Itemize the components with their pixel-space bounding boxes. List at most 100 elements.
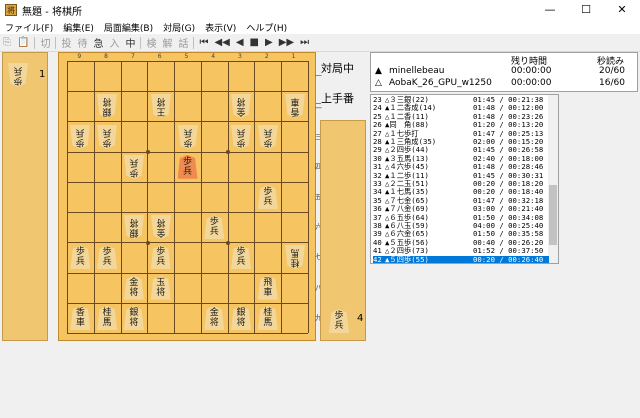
move-list[interactable]: 23 △３三銀(22) 01:45 / 00:21:38 24 ▲１二香成(14) 01:… <box>370 94 559 264</box>
piece-gote-7-6[interactable]: 銀将 <box>124 215 144 239</box>
piece-char-top: 歩 <box>75 136 85 147</box>
grid-line-vertical <box>227 61 229 333</box>
piece-char-top: 金 <box>156 227 166 238</box>
piece-char-top: 歩 <box>236 136 246 147</box>
piece-sente-6-7[interactable]: 歩兵 <box>150 245 171 270</box>
forward-ten-icon[interactable]: ▶▶ <box>276 37 297 48</box>
piece-sente-3-9[interactable]: 銀将 <box>231 305 252 330</box>
piece-sente-4-9[interactable]: 金将 <box>204 305 225 330</box>
stop-button[interactable]: 中 <box>122 35 138 50</box>
menu-file[interactable]: ファイル(F) <box>0 21 58 34</box>
resign-button[interactable]: 投 <box>58 35 74 50</box>
gote-hand-piece[interactable]: 歩 兵 <box>8 63 28 87</box>
piece-gote-3-2[interactable]: 金将 <box>231 94 251 118</box>
piece-char-top: 銀 <box>129 307 139 318</box>
piece-char-bottom: 車 <box>75 317 85 328</box>
piece-char-top: 歩 <box>263 187 273 197</box>
piece-sente-9-7[interactable]: 歩兵 <box>70 245 91 270</box>
disconnect-button[interactable]: 切 <box>37 35 53 50</box>
file-label: 7 <box>130 53 135 60</box>
piece-sente-2-9[interactable]: 桂馬 <box>257 305 278 330</box>
gote-hand-piece-char1: 歩 <box>13 75 23 85</box>
piece-gote-5-3[interactable]: 歩兵 <box>178 125 198 149</box>
piece-gote-2-3[interactable]: 歩兵 <box>258 125 278 149</box>
piece-char-top: 歩 <box>263 136 273 147</box>
menu-game[interactable]: 対局(G) <box>158 21 200 34</box>
grid-line-horizontal <box>67 91 308 93</box>
piece-gote-8-2[interactable]: 銀将 <box>97 94 117 118</box>
piece-char-top: 桂 <box>102 307 112 318</box>
piece-char-bottom: 将 <box>129 217 139 228</box>
copy-icon[interactable]: ⎘ <box>0 37 14 48</box>
piece-sente-2-8[interactable]: 飛車 <box>257 275 278 300</box>
hurry-button[interactable]: 急 <box>90 35 106 50</box>
piece-sente-8-7[interactable]: 歩兵 <box>97 245 118 270</box>
piece-char-top: 歩 <box>236 247 246 258</box>
sente-piece-stand[interactable]: 歩 兵 4 <box>320 120 366 341</box>
paste-icon[interactable]: 📋 <box>14 37 32 48</box>
sente-byoyomi: 20/60 <box>599 66 625 76</box>
sente-hand-piece[interactable]: 歩 兵 <box>329 309 349 333</box>
study-button[interactable]: 検 <box>143 35 159 50</box>
piece-sente-7-9[interactable]: 銀将 <box>123 305 144 330</box>
piece-sente-9-9[interactable]: 香車 <box>70 305 91 330</box>
gote-mark: △ <box>375 78 382 88</box>
file-label: 9 <box>77 53 82 60</box>
grid-line-horizontal <box>67 181 308 183</box>
undo-button[interactable]: 待 <box>74 35 90 50</box>
menu-edit[interactable]: 編集(E) <box>58 21 99 34</box>
piece-gote-8-3[interactable]: 歩兵 <box>97 125 117 149</box>
piece-gote-6-2[interactable]: 王将 <box>151 94 171 118</box>
menu-view[interactable]: 表示(V) <box>200 21 241 34</box>
back-one-icon[interactable]: ◀ <box>233 37 247 48</box>
gote-piece-stand[interactable]: 歩 兵 1 <box>2 52 48 341</box>
back-ten-icon[interactable]: ◀◀ <box>211 37 232 48</box>
toolbar-divider <box>140 36 142 49</box>
piece-char-top: 王 <box>156 106 166 117</box>
piece-gote-7-4[interactable]: 歩兵 <box>124 155 144 179</box>
close-button[interactable]: ✕ <box>604 0 640 20</box>
gote-byoyomi: 16/60 <box>599 78 625 88</box>
piece-char-bottom: 兵 <box>209 227 219 238</box>
piece-gote-1-2[interactable]: 香車 <box>285 94 305 118</box>
move-list-scrollbar[interactable] <box>548 95 558 263</box>
piece-char-bottom: 将 <box>156 96 166 107</box>
piece-sente-6-8[interactable]: 玉将 <box>150 275 171 300</box>
piece-sente-7-8[interactable]: 金将 <box>123 275 144 300</box>
first-move-icon[interactable]: ⏮ <box>196 37 211 48</box>
analyze-button[interactable]: 解 <box>159 35 175 50</box>
sente-hand-piece-char2: 兵 <box>334 321 344 331</box>
piece-sente-5-4[interactable]: 歩兵 <box>177 154 198 179</box>
menu-position-edit[interactable]: 局面編集(B) <box>99 21 158 34</box>
piece-char-bottom: 馬 <box>290 247 300 258</box>
piece-sente-8-9[interactable]: 桂馬 <box>97 305 118 330</box>
grid-line-vertical <box>308 61 309 333</box>
menu-help[interactable]: ヘルプ(H) <box>241 21 292 34</box>
sente-hand-count: 4 <box>357 313 364 324</box>
last-move-icon[interactable]: ⏭ <box>297 37 312 48</box>
piece-char-bottom: 将 <box>236 96 246 107</box>
move-list-item[interactable]: 42 ▲５四歩(55) 00:20 / 00:26:40 <box>373 254 549 264</box>
piece-gote-9-3[interactable]: 歩兵 <box>70 125 90 149</box>
piece-sente-2-5[interactable]: 歩兵 <box>257 185 278 209</box>
piece-gote-3-3[interactable]: 歩兵 <box>231 125 251 149</box>
talk-button[interactable]: 話 <box>175 35 191 50</box>
minimize-button[interactable]: — <box>532 0 568 20</box>
forward-one-icon[interactable]: ▶ <box>262 37 276 48</box>
scrollbar-thumb[interactable] <box>549 185 557 245</box>
title-bar: 将 無題 - 将棋所 — ☐ ✕ <box>0 0 640 20</box>
time-table: 残り時間 秒読み ▲ minellebeau 00:00:00 20/60 △ … <box>370 52 638 92</box>
piece-gote-1-7[interactable]: 桂馬 <box>285 245 305 269</box>
stop-icon[interactable]: ■ <box>247 37 262 48</box>
piece-sente-3-7[interactable]: 歩兵 <box>231 245 252 270</box>
shogi-board[interactable]: 銀将王将金将香車歩兵歩兵歩兵歩兵歩兵歩兵歩兵歩兵銀将金将歩兵歩兵歩兵歩兵歩兵桂馬… <box>58 52 316 341</box>
move-number: 42 <box>373 254 382 264</box>
piece-gote-6-6[interactable]: 金将 <box>151 215 171 239</box>
piece-sente-4-6[interactable]: 歩兵 <box>204 215 225 240</box>
enter-king-button[interactable]: 入 <box>106 35 122 50</box>
piece-char-bottom: 将 <box>156 287 166 298</box>
grid-line-vertical <box>147 61 149 333</box>
maximize-button[interactable]: ☐ <box>568 0 604 20</box>
sente-remaining-time: 00:00:00 <box>511 66 552 76</box>
piece-char-bottom: 馬 <box>263 317 273 328</box>
